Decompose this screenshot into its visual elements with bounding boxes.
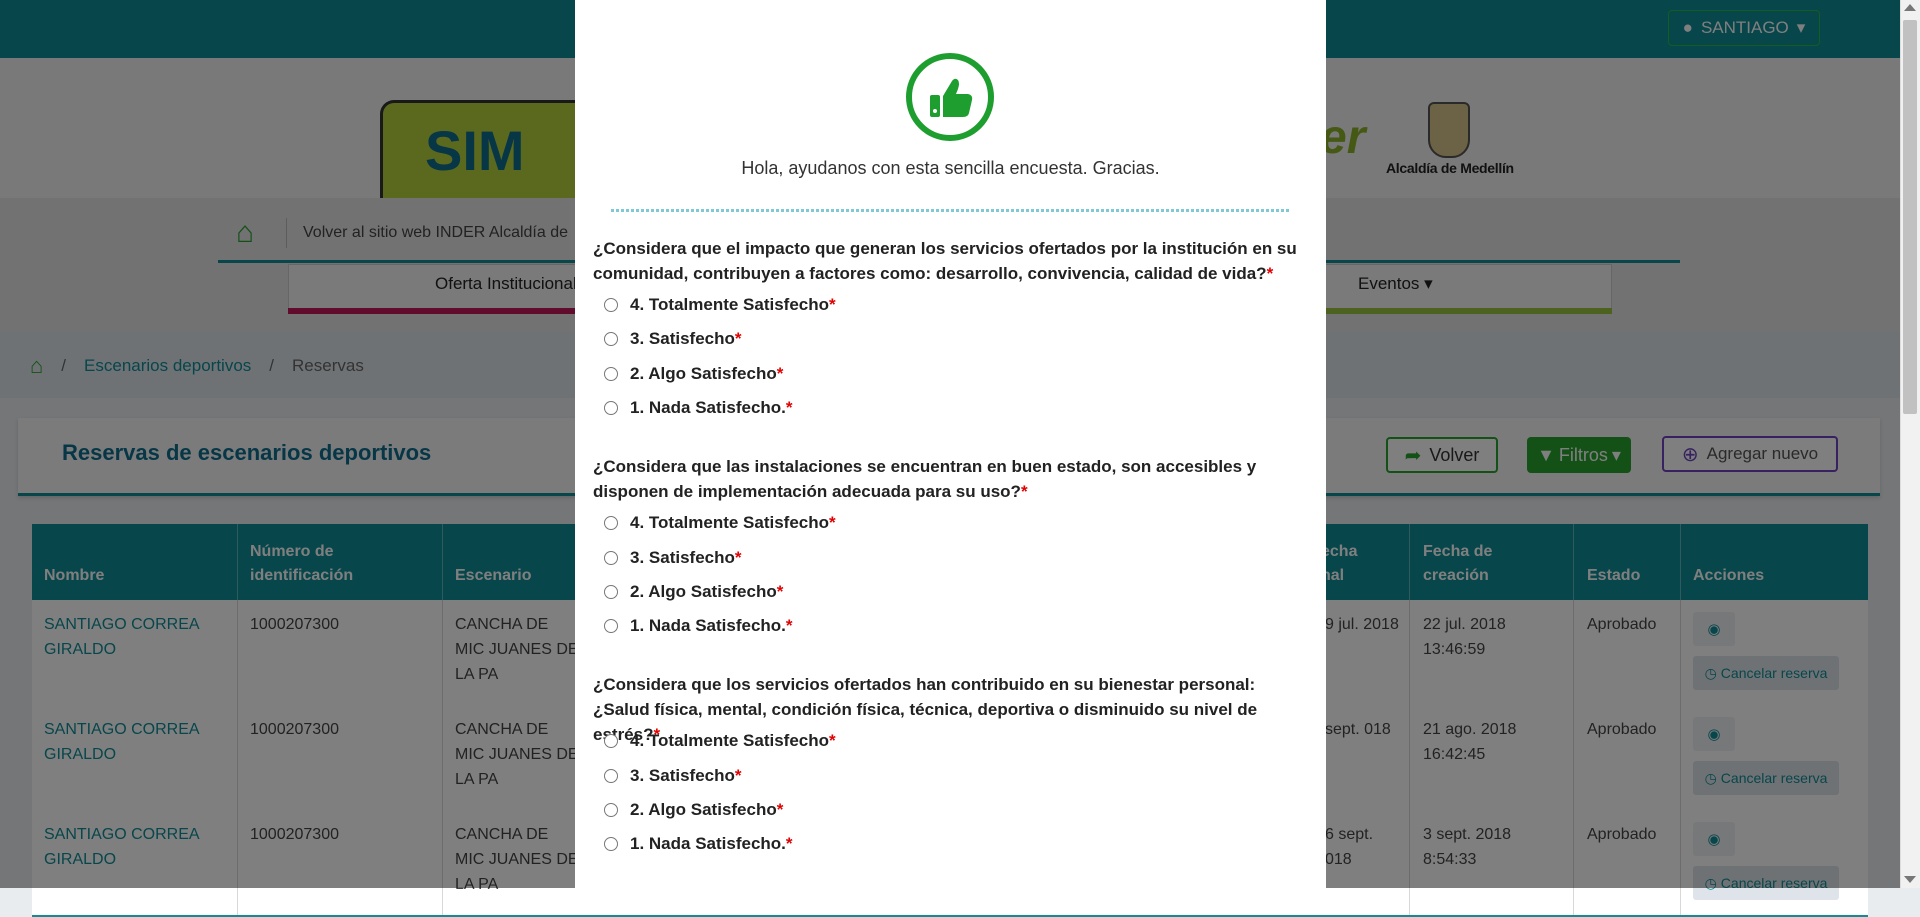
thumbs-up-icon xyxy=(906,53,994,141)
q1-option-2[interactable]: 2. Algo Satisfecho * xyxy=(604,364,783,384)
radio-button[interactable] xyxy=(604,367,618,381)
radio-button[interactable] xyxy=(604,585,618,599)
radio-button[interactable] xyxy=(604,837,618,851)
q1-option-1[interactable]: 1. Nada Satisfecho. * xyxy=(604,398,793,418)
q3-option-2[interactable]: 2. Algo Satisfecho * xyxy=(604,800,783,820)
option-label: 4. Totalmente Satisfecho xyxy=(630,513,830,532)
option-label: 4. Totalmente Satisfecho xyxy=(630,731,830,750)
option-label: 3. Satisfecho xyxy=(630,329,735,348)
radio-button[interactable] xyxy=(604,551,618,565)
required-mark: * xyxy=(776,800,784,819)
option-label: 1. Nada Satisfecho. xyxy=(630,616,786,635)
required-mark: * xyxy=(776,364,784,383)
required-mark: * xyxy=(829,731,836,750)
radio-button[interactable] xyxy=(604,298,618,312)
option-label: 1. Nada Satisfecho. xyxy=(630,834,786,853)
required-mark: * xyxy=(776,582,784,601)
radio-button[interactable] xyxy=(604,332,618,346)
required-mark: * xyxy=(785,398,793,417)
question-2-text: ¿Considera que las instalaciones se encu… xyxy=(593,457,1257,501)
scroll-up-icon[interactable] xyxy=(1904,4,1916,11)
required-mark: * xyxy=(1266,264,1274,283)
option-label: 1. Nada Satisfecho. xyxy=(630,398,786,417)
q1-option-4[interactable]: 4. Totalmente Satisfecho * xyxy=(604,295,836,315)
option-label: 3. Satisfecho xyxy=(630,766,735,785)
required-mark: * xyxy=(785,834,793,853)
survey-intro: Hola, ayudanos con esta sencilla encuest… xyxy=(741,158,1160,178)
required-mark: * xyxy=(785,616,793,635)
required-mark: * xyxy=(734,766,742,785)
q2-option-4[interactable]: 4. Totalmente Satisfecho * xyxy=(604,513,836,533)
required-mark: * xyxy=(734,329,742,348)
question-1-text: ¿Considera que el impacto que generan lo… xyxy=(593,239,1297,283)
q1-option-3[interactable]: 3. Satisfecho * xyxy=(604,329,742,349)
radio-button[interactable] xyxy=(604,769,618,783)
radio-button[interactable] xyxy=(604,516,618,530)
q2-option-1[interactable]: 1. Nada Satisfecho. * xyxy=(604,616,793,636)
radio-button[interactable] xyxy=(604,734,618,748)
scroll-down-icon[interactable] xyxy=(1904,876,1916,883)
required-mark: * xyxy=(1020,482,1028,501)
option-label: 4. Totalmente Satisfecho xyxy=(630,295,830,314)
q3-option-3[interactable]: 3. Satisfecho * xyxy=(604,766,742,786)
required-mark: * xyxy=(734,548,742,567)
required-mark: * xyxy=(829,295,836,314)
option-label: 2. Algo Satisfecho xyxy=(630,800,777,819)
radio-button[interactable] xyxy=(604,401,618,415)
dotted-divider xyxy=(611,209,1289,212)
question-2: ¿Considera que las instalaciones se encu… xyxy=(593,454,1313,504)
radio-button[interactable] xyxy=(604,803,618,817)
radio-button[interactable] xyxy=(604,619,618,633)
question-1: ¿Considera que el impacto que generan lo… xyxy=(593,236,1313,286)
required-mark: * xyxy=(829,513,836,532)
option-label: 2. Algo Satisfecho xyxy=(630,364,777,383)
scrollbar-thumb[interactable] xyxy=(1903,20,1917,414)
q2-option-3[interactable]: 3. Satisfecho * xyxy=(604,548,742,568)
q3-option-1[interactable]: 1. Nada Satisfecho. * xyxy=(604,834,793,854)
q3-option-4[interactable]: 4. Totalmente Satisfecho * xyxy=(604,731,836,751)
q2-option-2[interactable]: 2. Algo Satisfecho * xyxy=(604,582,783,602)
option-label: 2. Algo Satisfecho xyxy=(630,582,777,601)
option-label: 3. Satisfecho xyxy=(630,548,735,567)
